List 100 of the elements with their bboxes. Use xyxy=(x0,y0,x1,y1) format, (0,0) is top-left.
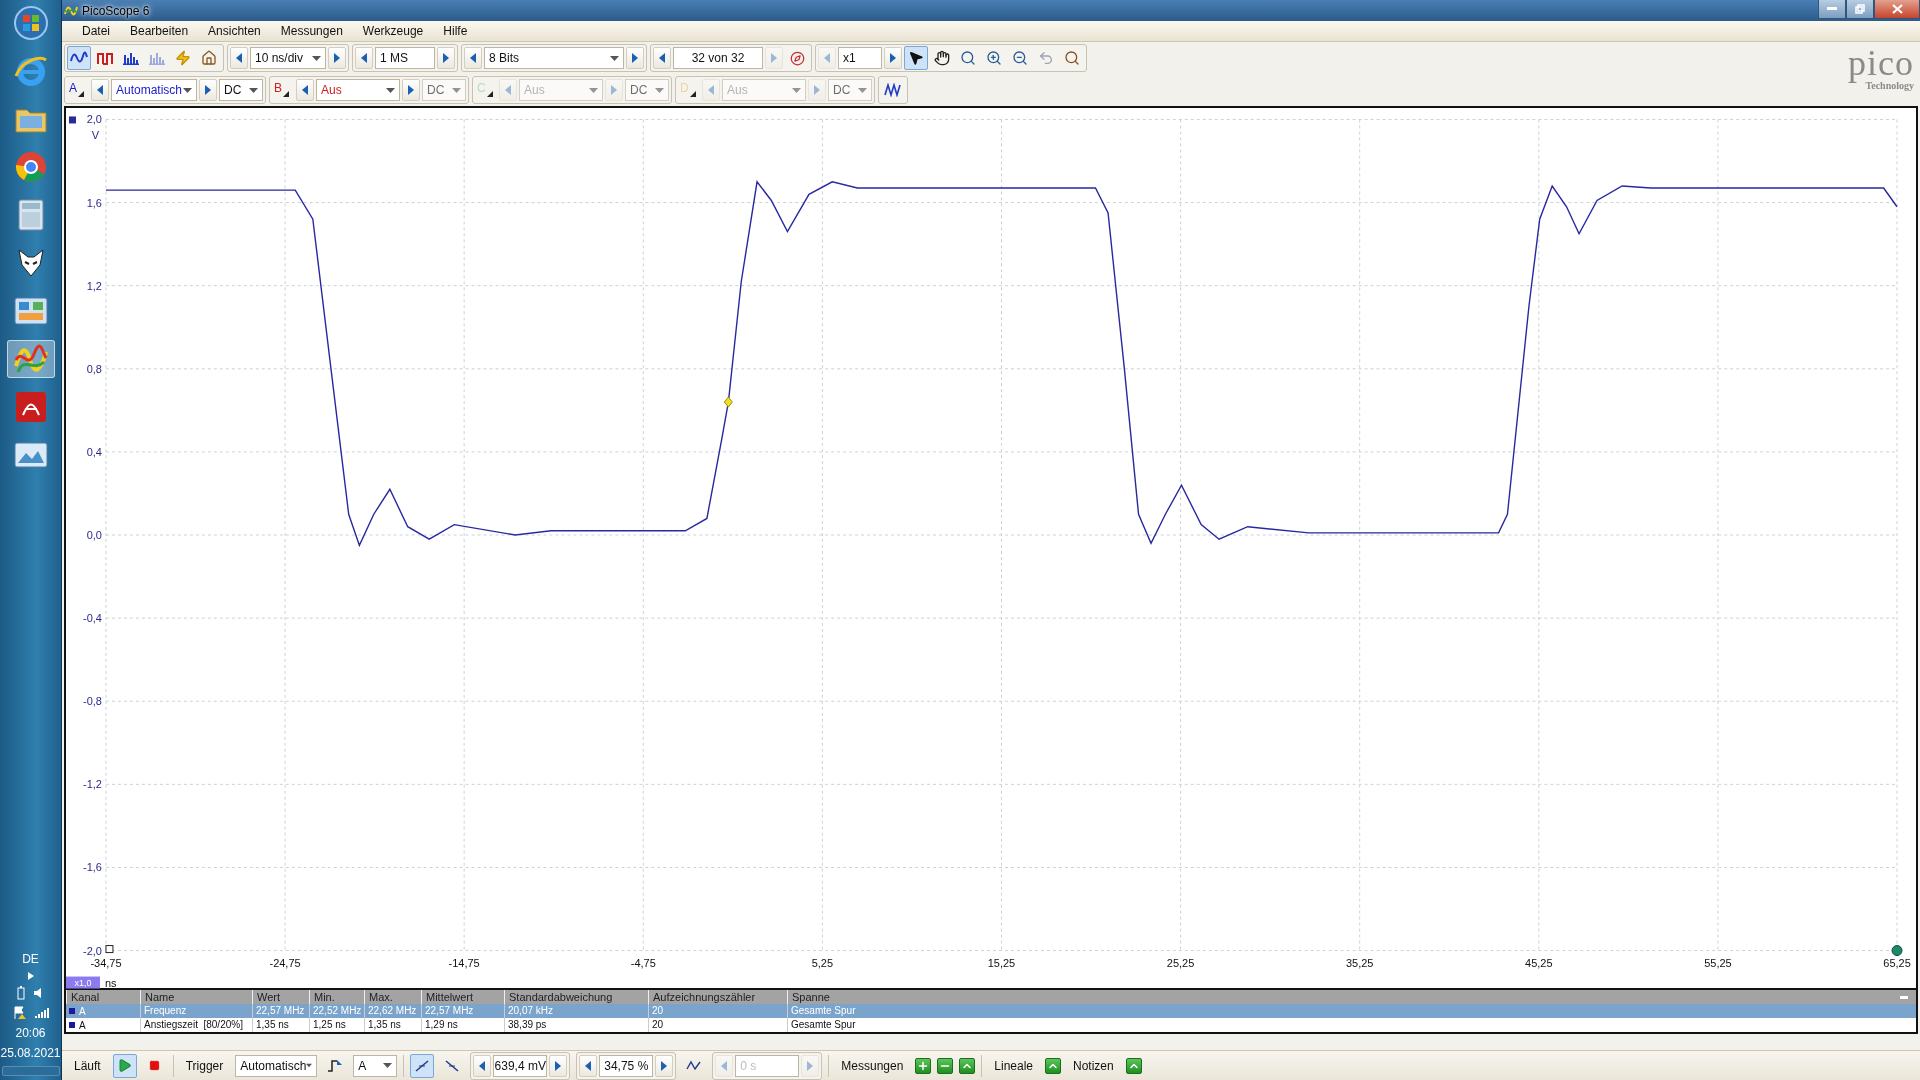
increase-button[interactable] xyxy=(655,1054,674,1077)
photo-viewer-icon[interactable] xyxy=(13,441,48,469)
restore-icon xyxy=(1855,4,1865,14)
battery-icon[interactable] xyxy=(16,986,25,1000)
timebase-dropdown[interactable]: 10 ns/div xyxy=(250,47,326,69)
language-indicator[interactable]: DE xyxy=(22,952,39,966)
pointer-tool[interactable] xyxy=(904,46,928,70)
animal-head-icon[interactable] xyxy=(15,247,46,279)
scope-mode-button[interactable] xyxy=(67,46,91,70)
calculator-icon[interactable] xyxy=(17,199,44,231)
ruler-handle-icon[interactable] xyxy=(1891,945,1903,957)
tray-expand-icon[interactable] xyxy=(27,972,34,980)
sine-wave-icon xyxy=(70,51,88,65)
menu-item[interactable]: Messungen xyxy=(270,24,353,38)
bar-chart-icon xyxy=(149,51,165,65)
undo-icon xyxy=(1038,50,1054,66)
flag-warning-icon[interactable] xyxy=(12,1006,27,1020)
falling-edge-icon xyxy=(445,1058,460,1073)
square-wave-icon xyxy=(97,51,113,65)
increase-button[interactable] xyxy=(626,47,644,69)
increase-button[interactable] xyxy=(884,47,902,69)
increase-button[interactable] xyxy=(199,79,217,101)
buffer-field[interactable]: 32 von 32 xyxy=(673,47,763,69)
document-app-icon[interactable] xyxy=(14,391,47,423)
increase-button[interactable] xyxy=(402,79,420,101)
menu-item[interactable]: Datei xyxy=(72,24,120,38)
axis-tick-label: 2,0 xyxy=(86,113,102,126)
caret-icon xyxy=(312,55,321,61)
menu-item[interactable]: Bearbeiten xyxy=(120,24,199,38)
run-button[interactable] xyxy=(112,1053,137,1078)
trigger-mode-dropdown[interactable]: Automatisch xyxy=(235,1054,318,1077)
trigger-source-dropdown[interactable]: A xyxy=(353,1054,398,1077)
decrease-button[interactable] xyxy=(296,79,314,101)
table-cell: 38,39 ps xyxy=(504,1018,648,1032)
menu-item[interactable]: Werkzeuge xyxy=(352,24,434,38)
trigger-marker-icon[interactable] xyxy=(723,396,733,408)
menu-item[interactable]: Hilfe xyxy=(433,24,478,38)
increase-button[interactable] xyxy=(437,47,455,69)
pretrigger-field[interactable]: 34,75 % xyxy=(599,1054,654,1077)
decrease-button[interactable] xyxy=(464,47,482,69)
coupling-dropdown[interactable]: DC xyxy=(219,79,263,101)
waveform-app-icon[interactable] xyxy=(13,344,48,374)
right-triangle-icon xyxy=(407,85,415,95)
axis-tick-label: 1,2 xyxy=(86,279,102,292)
add-measurement-button[interactable] xyxy=(915,1057,932,1074)
axis-tick-label: 35,25 xyxy=(1345,956,1374,969)
decrease-button[interactable] xyxy=(91,79,109,101)
decrease-button[interactable] xyxy=(579,1054,598,1077)
close-button[interactable] xyxy=(1874,0,1920,19)
axis-tick-label: 0,4 xyxy=(86,445,102,458)
increase-button[interactable] xyxy=(328,47,346,69)
control-panel-icon[interactable] xyxy=(13,296,48,326)
resolution-dropdown[interactable]: 8 Bits xyxy=(484,47,624,69)
left-triangle-icon xyxy=(707,85,715,95)
caret-icon xyxy=(589,87,598,93)
axis-tick-label: -1,2 xyxy=(83,778,102,791)
expand-measurements-button[interactable] xyxy=(959,1057,976,1074)
window-title: PicoScope 6 xyxy=(82,3,150,18)
table-cell: 1,25 ns xyxy=(309,1018,364,1032)
signal-icon[interactable] xyxy=(34,1007,49,1019)
magnifier-icon xyxy=(1064,50,1080,66)
hand-icon xyxy=(934,50,950,66)
axis-tick-label: -1,6 xyxy=(83,861,102,874)
decrease-button[interactable] xyxy=(355,47,373,69)
axis-tick-label: 15,25 xyxy=(987,956,1016,969)
zoom-factor-field[interactable]: x1 xyxy=(838,47,882,69)
samples-field[interactable]: 1 MS xyxy=(375,47,435,69)
left-triangle-icon xyxy=(96,85,104,95)
table-cell: 1,35 ns xyxy=(364,1018,421,1032)
right-triangle-icon xyxy=(631,53,639,63)
browser-ball-icon[interactable] xyxy=(14,151,47,183)
decrease-button[interactable] xyxy=(230,47,248,69)
right-triangle-icon xyxy=(770,53,778,63)
threshold-field[interactable]: 639,4 mV xyxy=(493,1054,548,1077)
decrease-button[interactable] xyxy=(653,47,671,69)
expand-rulers-button[interactable] xyxy=(1045,1057,1062,1074)
home-icon xyxy=(201,50,217,66)
decrease-button[interactable] xyxy=(473,1054,492,1077)
remove-measurement-button[interactable] xyxy=(937,1057,954,1074)
browser-ring-icon[interactable] xyxy=(13,54,48,88)
caret-icon xyxy=(386,87,395,93)
left-triangle-icon xyxy=(478,1060,487,1071)
channel-button[interactable]: A xyxy=(67,78,89,102)
minimize-button[interactable] xyxy=(1818,0,1846,19)
increase-button[interactable] xyxy=(549,1054,568,1077)
ruler-handle-icon[interactable] xyxy=(105,945,114,954)
plus-icon xyxy=(917,1059,930,1072)
range-dropdown[interactable]: Automatisch xyxy=(111,79,197,101)
clock-time[interactable]: 20:06 xyxy=(15,1026,46,1040)
restore-button[interactable] xyxy=(1846,0,1874,19)
close-icon xyxy=(1891,4,1903,14)
scale-badge[interactable]: x1,0 xyxy=(66,976,100,989)
channel-button[interactable]: B xyxy=(272,78,294,102)
left-triangle-icon xyxy=(658,53,666,63)
clock-date[interactable]: 25.08.2021 xyxy=(0,1046,61,1060)
range-dropdown[interactable]: Aus xyxy=(316,79,400,101)
menu-item[interactable]: Ansichten xyxy=(198,24,271,38)
start-orb-icon[interactable] xyxy=(12,5,49,41)
rising-edge-button[interactable] xyxy=(410,1053,435,1078)
expand-notes-button[interactable] xyxy=(1125,1057,1142,1074)
